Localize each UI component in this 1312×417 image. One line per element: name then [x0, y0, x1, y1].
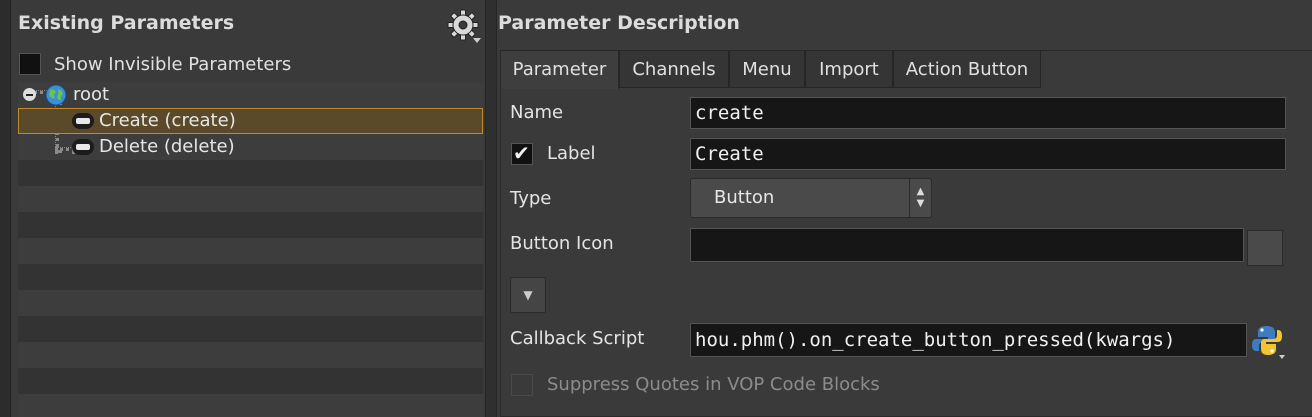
tree-root-label: root: [73, 84, 110, 105]
tree-row-delete[interactable]: Delete (delete): [18, 134, 483, 160]
icon-chooser-button[interactable]: [1247, 230, 1283, 266]
checkmark-icon: ✔: [513, 141, 530, 165]
tree-row-bg: [18, 316, 483, 342]
tree-row-bg: [18, 368, 483, 394]
tree-row-root[interactable]: root: [18, 82, 483, 108]
show-invisible-checkbox[interactable]: [19, 53, 41, 75]
tab-import[interactable]: Import: [805, 50, 893, 88]
tree-row-bg: [18, 394, 483, 417]
collapse-icon[interactable]: [23, 88, 36, 101]
tree-row-bg: [18, 186, 483, 212]
tree-row-bg: [18, 264, 483, 290]
label-field[interactable]: Create: [690, 138, 1286, 170]
tree-row-bg: [18, 238, 483, 264]
name-label: Name: [510, 102, 564, 123]
show-invisible-label: Show Invisible Parameters: [54, 54, 292, 75]
button-icon: [72, 113, 94, 129]
tab-menu[interactable]: Menu: [729, 50, 805, 88]
tab-action-button[interactable]: Action Button: [893, 50, 1041, 88]
callback-script-label: Callback Script: [510, 328, 645, 349]
existing-parameters-title: Existing Parameters: [18, 12, 235, 34]
type-label: Type: [510, 188, 552, 209]
panel-divider[interactable]: [485, 0, 497, 417]
tab-parameter[interactable]: Parameter: [500, 50, 619, 89]
name-field[interactable]: create: [690, 97, 1286, 129]
select-arrows-icon: ▲ ▼: [909, 179, 931, 217]
tree-row-bg: [18, 160, 483, 186]
suppress-quotes-label: Suppress Quotes in VOP Code Blocks: [547, 374, 880, 395]
label-label: Label: [547, 143, 596, 164]
tree-row-bg: [18, 290, 483, 316]
type-select[interactable]: Button ▲ ▼: [690, 178, 932, 218]
tree-row-bg: [18, 212, 483, 238]
parameter-description-title: Parameter Description: [498, 12, 740, 34]
tree-item-label: Delete (delete): [99, 136, 235, 157]
parameter-tree[interactable]: root Create (create) Delete (delete): [18, 82, 483, 417]
tree-item-label: Create (create): [99, 110, 236, 131]
left-edge-strip: [0, 0, 11, 417]
chevron-down-icon[interactable]: ▼: [510, 277, 546, 313]
globe-icon: [45, 84, 67, 111]
button-icon-label: Button Icon: [510, 233, 614, 254]
tree-row-bg: [18, 342, 483, 368]
label-checkbox[interactable]: ✔: [511, 141, 533, 165]
callback-script-field[interactable]: hou.phm().on_create_button_pressed(kwarg…: [690, 323, 1247, 357]
type-select-value: Button: [714, 187, 775, 208]
tree-row-create[interactable]: Create (create): [18, 108, 483, 134]
suppress-quotes-checkbox[interactable]: [511, 374, 533, 396]
python-icon[interactable]: [1250, 323, 1286, 359]
tab-channels[interactable]: Channels: [619, 50, 729, 88]
button-icon-field[interactable]: [690, 228, 1244, 262]
gear-icon[interactable]: [446, 8, 482, 44]
button-icon: [72, 139, 94, 155]
